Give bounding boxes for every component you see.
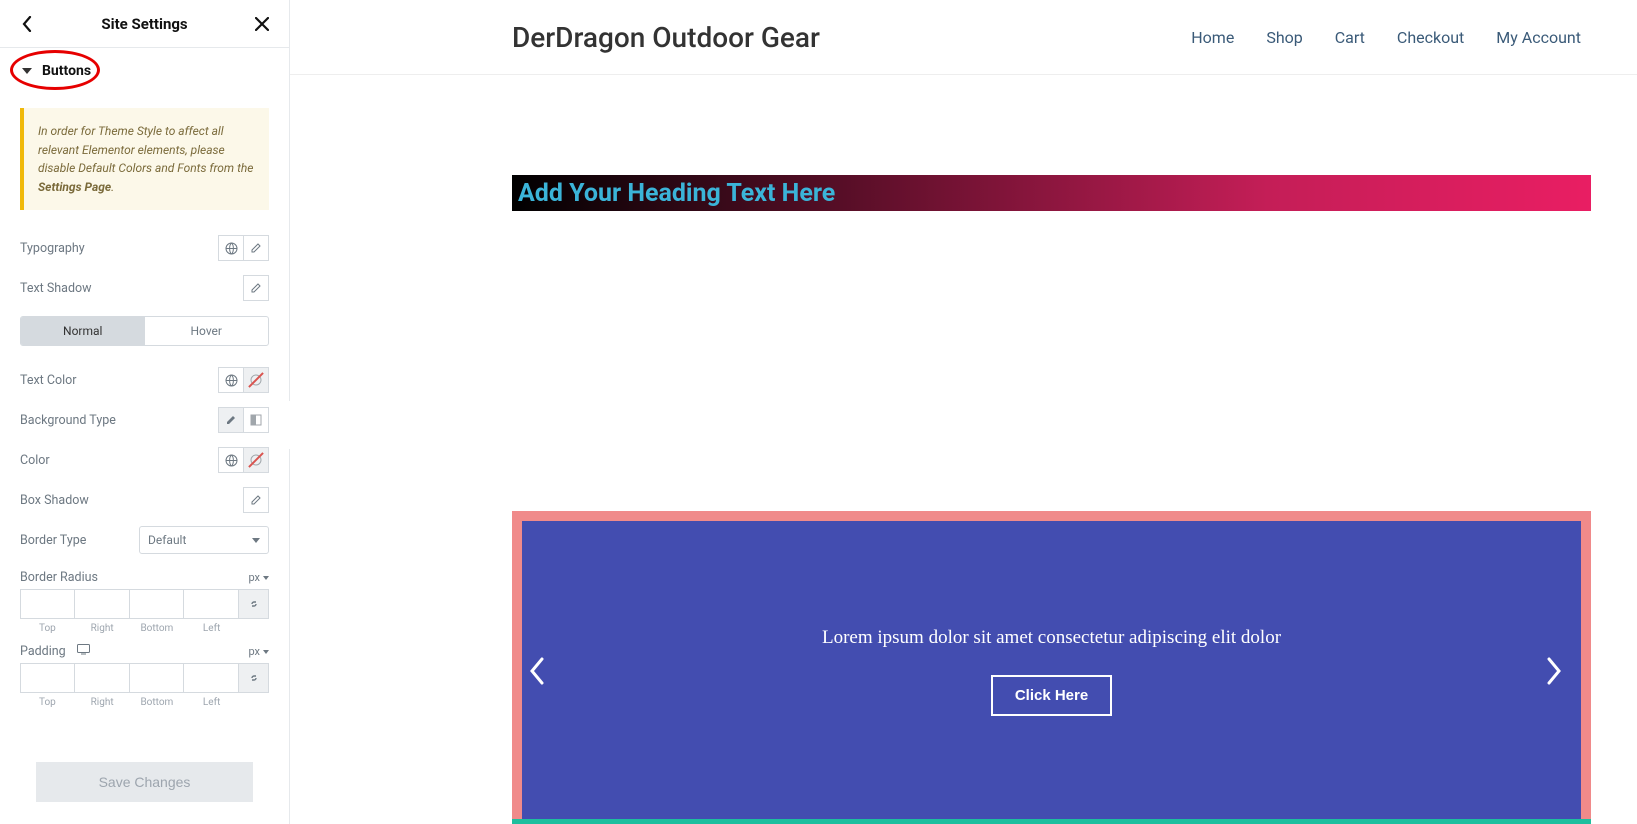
site-title: DerDragon Outdoor Gear [512,21,820,54]
sub-right: Right [91,623,114,634]
chevron-down-icon [252,538,260,543]
globe-icon[interactable] [218,367,244,393]
link-values-icon[interactable] [239,663,269,693]
label-box-shadow: Box Shadow [20,493,89,508]
color-none-icon[interactable] [243,447,269,473]
sub-top: Top [39,623,56,634]
label-color: Color [20,453,50,468]
panel-header: Site Settings [0,0,289,48]
panel-title: Site Settings [101,15,187,33]
tab-hover[interactable]: Hover [145,317,269,345]
canvas: Add Your Heading Text Here Lorem ipsum d… [290,75,1637,824]
pencil-icon[interactable] [243,487,269,513]
sub-right: Right [91,697,114,708]
row-text-color: Text Color [20,360,269,400]
heading-text: Add Your Heading Text Here [518,179,835,208]
row-color: Color [20,440,269,480]
padding-top[interactable] [20,663,75,693]
caret-down-icon [22,68,32,74]
row-box-shadow: Box Shadow [20,480,269,520]
sub-top: Top [39,697,56,708]
label-text-color: Text Color [20,373,77,388]
panel-body: In order for Theme Style to affect all r… [0,94,289,744]
row-typography: Typography [20,228,269,268]
main-nav: Home Shop Cart Checkout My Account [1191,28,1581,47]
pencil-icon[interactable] [243,275,269,301]
row-border-type: Border Type Default [20,520,269,560]
responsive-icon[interactable] [77,644,91,655]
sub-left: Left [203,697,220,708]
border-type-select[interactable]: Default [139,526,269,554]
back-icon[interactable] [18,15,36,33]
sub-bottom: Bottom [140,697,173,708]
border-radius-top[interactable] [20,589,75,619]
row-text-shadow: Text Shadow [20,268,269,308]
globe-icon[interactable] [218,447,244,473]
section-toggle-buttons[interactable]: Buttons [0,48,289,94]
info-link[interactable]: Settings Page [38,180,111,194]
section-below [512,819,1591,824]
settings-panel: Site Settings Buttons In order for Theme… [0,0,290,824]
padding-inputs: Top Right Bottom Left [20,663,269,708]
site-header: DerDragon Outdoor Gear Home Shop Cart Ch… [290,0,1637,75]
slider-widget[interactable]: Lorem ipsum dolor sit amet consectetur a… [512,511,1591,824]
section-label: Buttons [42,63,91,79]
info-box: In order for Theme Style to affect all r… [20,108,269,210]
border-radius-bottom[interactable] [130,589,185,619]
link-values-icon[interactable] [239,589,269,619]
heading-widget[interactable]: Add Your Heading Text Here [512,175,1591,211]
tab-normal[interactable]: Normal [21,317,145,345]
row-background-type: Background Type [20,400,269,440]
border-radius-right[interactable] [75,589,130,619]
nav-checkout[interactable]: Checkout [1397,28,1464,47]
slide: Lorem ipsum dolor sit amet consectetur a… [522,521,1581,821]
info-text: In order for Theme Style to affect all r… [38,124,253,175]
label-border-radius: Border Radius [20,570,98,585]
border-radius-left[interactable] [184,589,239,619]
color-none-icon[interactable] [243,367,269,393]
sub-bottom: Bottom [140,623,173,634]
unit-select[interactable]: px [248,571,269,584]
row-border-radius-header: Border Radius px [20,570,269,585]
info-suffix: . [111,180,114,194]
label-border-type: Border Type [20,533,86,548]
padding-left[interactable] [184,663,239,693]
preview-area: DerDragon Outdoor Gear Home Shop Cart Ch… [290,0,1637,824]
nav-cart[interactable]: Cart [1335,28,1365,47]
close-icon[interactable] [253,15,271,33]
next-arrow-icon[interactable] [1545,657,1575,685]
nav-shop[interactable]: Shop [1266,28,1302,47]
nav-account[interactable]: My Account [1496,28,1581,47]
brush-icon[interactable] [218,407,244,433]
save-button[interactable]: Save Changes [36,762,253,802]
gradient-icon[interactable] [243,407,269,433]
padding-bottom[interactable] [130,663,185,693]
label-padding: Padding [20,644,91,659]
border-type-value: Default [148,533,186,547]
label-background-type: Background Type [20,413,116,428]
sub-left: Left [203,623,220,634]
border-radius-inputs: Top Right Bottom Left [20,589,269,634]
state-tabs: Normal Hover [20,316,269,346]
label-typography: Typography [20,241,85,256]
panel-footer: Save Changes [0,744,289,824]
label-text-shadow: Text Shadow [20,281,92,296]
prev-arrow-icon[interactable] [528,657,558,685]
nav-home[interactable]: Home [1191,28,1234,47]
row-padding-header: Padding px [20,644,269,659]
slide-button[interactable]: Click Here [991,675,1112,716]
slide-text: Lorem ipsum dolor sit amet consectetur a… [822,627,1281,649]
padding-right[interactable] [75,663,130,693]
globe-icon[interactable] [218,235,244,261]
unit-select[interactable]: px [248,645,269,658]
pencil-icon[interactable] [243,235,269,261]
